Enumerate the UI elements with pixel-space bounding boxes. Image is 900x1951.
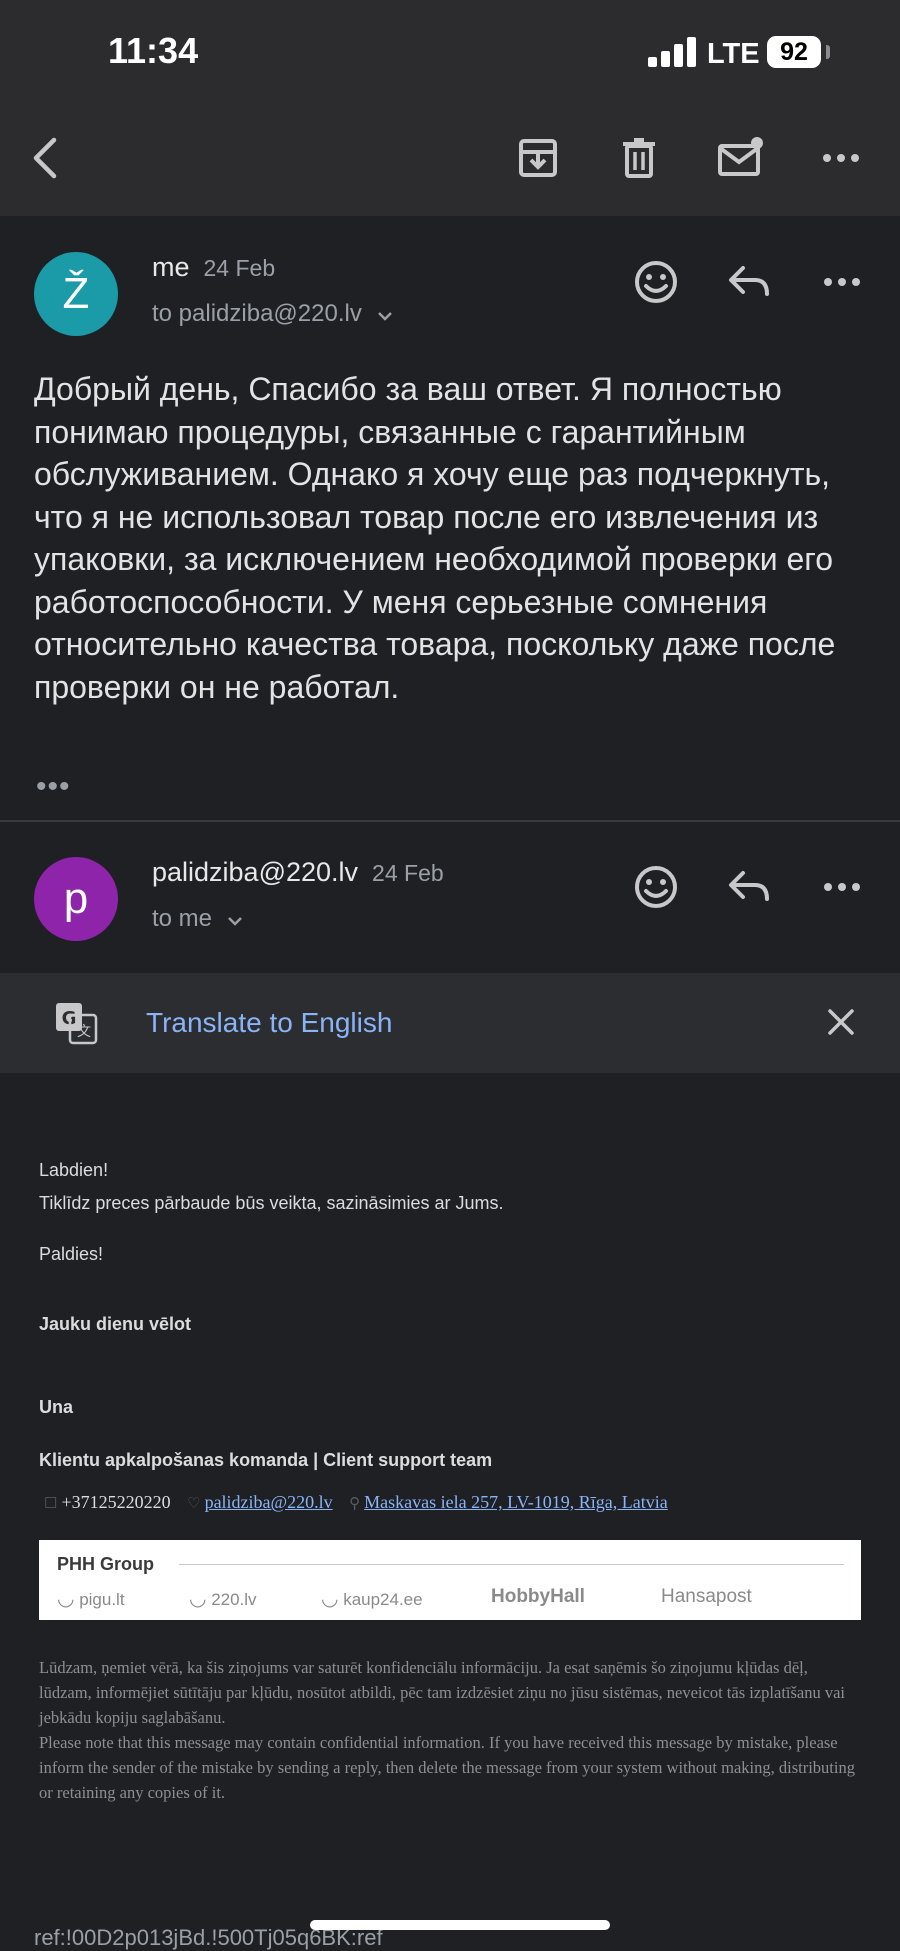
brand-logo: ◡ pigu.lt: [57, 1588, 125, 1610]
mark-unread-icon[interactable]: [713, 130, 769, 186]
sender-name: me: [152, 252, 190, 282]
sender-name: palidziba@220.lv: [152, 857, 359, 887]
email-wish: Jauku dienu vēlot: [39, 1314, 192, 1334]
delete-icon[interactable]: [611, 130, 667, 186]
brand-logo: ◡ 220.lv: [189, 1588, 257, 1610]
brand-logo: Hansapost: [661, 1586, 752, 1607]
phone-number[interactable]: +37125220220: [61, 1492, 170, 1512]
chevron-down-icon: [227, 917, 242, 926]
network-type: LTE: [707, 38, 760, 70]
sender-line: palidziba@220.lv 24 Feb: [152, 857, 444, 888]
message-date: 24 Feb: [203, 255, 276, 281]
signature-contact: ☐ +37125220220 ♡ palidziba@220.lv ⚲ Maskava…: [44, 1492, 668, 1513]
email-greeting: Labdien!: [39, 1160, 109, 1180]
email-thanks: Paldies!: [39, 1244, 104, 1264]
avatar: Ž: [34, 252, 118, 336]
top-toolbar: [0, 100, 900, 216]
recipient-text: to palidziba@220.lv: [152, 300, 362, 327]
more-options-icon[interactable]: [813, 130, 869, 186]
email-line: Tiklīdz preces pārbaude būs veikta, sazi…: [39, 1193, 504, 1213]
sender-line: me 24 Feb: [152, 252, 275, 283]
confidentiality-notice: Lūdzam, ņemiet vērā, ka šis ziņojums var…: [39, 1655, 861, 1805]
signature-name: Una: [39, 1397, 74, 1417]
close-icon[interactable]: [826, 1007, 856, 1042]
message-date: 24 Feb: [372, 860, 444, 886]
recipient-details[interactable]: to palidziba@220.lv: [152, 300, 393, 328]
emoji-reaction-icon[interactable]: [630, 861, 682, 913]
back-icon[interactable]: [18, 130, 74, 186]
avatar: p: [34, 857, 118, 941]
signature-team: Klientu apkalpošanas komanda | Client su…: [39, 1450, 493, 1470]
legal-text-lv: Lūdzam, ņemiet vērā, ka šis ziņojums var…: [39, 1658, 846, 1727]
email-link[interactable]: palidziba@220.lv: [205, 1492, 333, 1512]
message-divider: [0, 820, 900, 822]
archive-icon[interactable]: [510, 130, 566, 186]
signal-strength-icon: [648, 37, 696, 67]
banner-divider: [179, 1564, 844, 1565]
message-more-icon[interactable]: [816, 256, 868, 308]
translate-to-english-link[interactable]: Translate to English: [146, 1007, 392, 1039]
svg-text:文: 文: [77, 1024, 91, 1040]
status-bar: 11:34 LTE 92: [0, 0, 900, 100]
legal-text-en: Please note that this message may contai…: [39, 1733, 855, 1802]
recipient-details[interactable]: to me: [152, 905, 243, 933]
translate-icon: G 文: [54, 1001, 98, 1050]
message-header[interactable]: p palidziba@220.lv 24 Feb to me: [0, 845, 900, 955]
message-more-icon[interactable]: [816, 861, 868, 913]
battery-icon: 92: [767, 36, 821, 68]
translate-bar: G 文 Translate to English: [0, 973, 900, 1073]
reply-icon[interactable]: [723, 861, 775, 913]
location-icon: ⚲: [349, 1496, 361, 1512]
email-icon: ♡: [187, 1496, 201, 1512]
brand-logos-banner: PHH Group ◡ pigu.lt ◡ 220.lv ◡ kaup24.ee…: [39, 1540, 861, 1620]
brand-logo: HobbyHall: [491, 1586, 585, 1607]
message-body: Добрый день, Спасибо за ваш ответ. Я пол…: [34, 371, 836, 705]
home-indicator[interactable]: [310, 1920, 610, 1930]
message-header[interactable]: Ž me 24 Feb to palidziba@220.lv: [0, 240, 900, 350]
recipient-text: to me: [152, 905, 213, 932]
address-link[interactable]: Maskavas iela 257, LV-1019, Rīga, Latvia: [364, 1492, 668, 1512]
show-trimmed-content-button[interactable]: •••: [36, 770, 71, 804]
brand-logo: ◡ kaup24.ee: [321, 1588, 423, 1610]
emoji-reaction-icon[interactable]: [630, 256, 682, 308]
reply-icon[interactable]: [723, 256, 775, 308]
status-time: 11:34: [108, 30, 199, 71]
group-name: PHH Group: [57, 1554, 154, 1574]
phone-icon: ☐: [44, 1496, 58, 1512]
battery-tip: [826, 45, 830, 59]
chevron-down-icon: [377, 312, 392, 321]
